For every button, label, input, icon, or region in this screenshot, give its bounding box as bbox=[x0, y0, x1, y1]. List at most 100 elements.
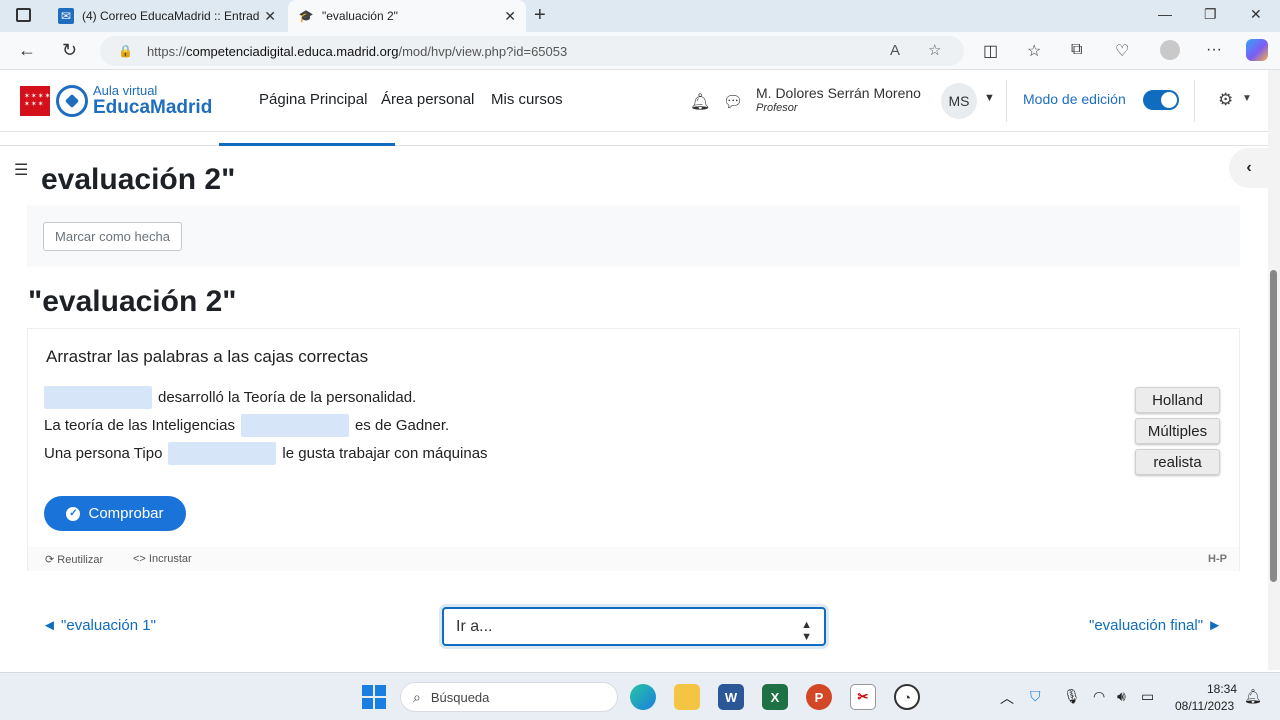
scrollbar-thumb[interactable] bbox=[1270, 270, 1277, 582]
shield-icon[interactable]: ⛉ bbox=[1030, 688, 1041, 705]
clock-date[interactable]: 08/11/2023 bbox=[1175, 699, 1234, 713]
block-drawer-toggle[interactable]: ‹ bbox=[1229, 148, 1269, 188]
chat-bubble-icon[interactable]: 💬︎ bbox=[723, 92, 743, 112]
browser-tab-mail[interactable]: ✉ (4) Correo EducaMadrid :: Entrad ✕ bbox=[48, 0, 286, 32]
read-aloud-icon[interactable]: A bbox=[890, 42, 900, 59]
embed-button[interactable]: <> Incrustar bbox=[133, 553, 192, 565]
browser-essentials-icon[interactable]: ♡ bbox=[1115, 41, 1129, 61]
powerpoint-icon[interactable]: P bbox=[806, 684, 832, 710]
next-activity-label: "evaluación final" bbox=[1089, 617, 1204, 634]
previous-activity-link[interactable]: ◄ "evaluación 1" bbox=[42, 617, 156, 634]
draggable-word[interactable]: realista bbox=[1135, 449, 1220, 475]
close-window-icon[interactable]: ✕ bbox=[1250, 6, 1262, 23]
drop-zone[interactable] bbox=[44, 386, 152, 409]
h5p-logo[interactable]: H-P bbox=[1208, 553, 1227, 565]
chevron-down-icon[interactable]: ▼ bbox=[1242, 93, 1252, 104]
sentence-text-before: La teoría de las Inteligencias bbox=[44, 417, 235, 434]
jump-to-value: Ir a... bbox=[456, 617, 493, 635]
reuse-button[interactable]: ⟳ Reutilizar bbox=[45, 553, 103, 566]
madrid-flag-logo[interactable]: ✶✶✶✶ ✶✶✶ bbox=[20, 86, 50, 116]
logo-subtitle[interactable]: Aula virtual bbox=[93, 83, 157, 98]
graduation-cap-icon: 🎓 bbox=[298, 9, 314, 23]
sentence-row: La teoría de las Inteligencias es de Gad… bbox=[44, 414, 449, 437]
drop-zone[interactable] bbox=[168, 442, 277, 465]
minimize-icon[interactable]: — bbox=[1158, 6, 1172, 22]
educamadrid-logo-icon[interactable] bbox=[56, 85, 88, 117]
active-secondary-tab-indicator bbox=[219, 143, 395, 146]
drop-zone[interactable] bbox=[240, 414, 349, 437]
h5p-drag-text-activity: Arrastrar las palabras a las cajas corre… bbox=[27, 328, 1240, 571]
edge-icon[interactable] bbox=[630, 684, 656, 710]
more-menu-icon[interactable]: ··· bbox=[1206, 41, 1222, 59]
edit-mode-label: Modo de edición bbox=[1023, 91, 1126, 107]
wifi-icon[interactable]: ◠ bbox=[1093, 688, 1105, 705]
user-avatar[interactable]: MS bbox=[941, 83, 977, 119]
chevron-down-icon[interactable]: ▼ bbox=[984, 92, 995, 104]
url-scheme: https:// bbox=[146, 43, 186, 59]
split-screen-icon[interactable]: ◫ bbox=[983, 41, 998, 61]
notification-bell-icon[interactable]: 🔔︎ bbox=[1244, 688, 1262, 705]
nav-my-courses[interactable]: Mis cursos bbox=[491, 91, 563, 108]
tab-title: (4) Correo EducaMadrid :: Entrad bbox=[82, 9, 260, 23]
bell-icon[interactable]: 🔔︎ bbox=[690, 92, 710, 112]
secondary-nav-border bbox=[0, 145, 1268, 146]
mark-as-done-button[interactable]: Marcar como hecha bbox=[43, 222, 182, 251]
new-tab-button[interactable]: + bbox=[534, 4, 546, 27]
jump-to-select[interactable]: Ir a... ▲ ▼ bbox=[442, 607, 826, 646]
next-activity-link[interactable]: "evaluación final" ► bbox=[1089, 617, 1222, 634]
completion-panel: Marcar como hecha bbox=[27, 205, 1240, 267]
url-host: competenciadigital.educa.madrid.org bbox=[185, 43, 399, 59]
collections-icon[interactable]: ⧉ bbox=[1071, 41, 1082, 59]
page-title: evaluación 2" bbox=[41, 163, 236, 196]
tab-title: "evaluación 2" bbox=[322, 9, 398, 23]
browser-tab-strip: ✉ (4) Correo EducaMadrid :: Entrad ✕ 🎓 "… bbox=[0, 0, 1280, 32]
back-arrow-icon[interactable]: ← bbox=[18, 40, 36, 61]
h5p-actions-bar: ⟳ Reutilizar <> Incrustar H-P bbox=[28, 547, 1239, 571]
previous-activity-label: "evaluación 1" bbox=[61, 617, 156, 634]
microphone-icon[interactable]: 🎙︎ bbox=[1063, 688, 1081, 705]
draggable-word[interactable]: Holland bbox=[1135, 387, 1220, 413]
user-name[interactable]: M. Dolores Serrán Moreno bbox=[756, 85, 921, 101]
excel-icon[interactable]: X bbox=[762, 684, 788, 710]
edit-mode-toggle[interactable] bbox=[1143, 90, 1179, 110]
volume-icon[interactable]: 🔊︎ bbox=[1117, 688, 1126, 705]
favorites-icon[interactable]: ☆ bbox=[1027, 41, 1041, 61]
clock-time[interactable]: 18:34 bbox=[1207, 682, 1237, 696]
copilot-icon[interactable] bbox=[1246, 39, 1268, 61]
url-path: /mod/hvp/view.php?id=65053 bbox=[398, 43, 568, 59]
browser-tab-active[interactable]: 🎓 "evaluación 2" ✕ bbox=[288, 0, 526, 32]
browser-toolbar: ← ↻ 🔒 https://competenciadigital.educa.m… bbox=[0, 32, 1280, 70]
sentence-row: Una persona Tipo le gusta trabajar con m… bbox=[44, 442, 488, 465]
taskbar-search[interactable]: ⌕ Búsqueda bbox=[400, 682, 618, 712]
logo-title[interactable]: EducaMadrid bbox=[93, 97, 212, 119]
select-caret-icon: ▲ ▼ bbox=[801, 619, 812, 643]
tab-actions-icon[interactable] bbox=[16, 8, 31, 22]
address-bar[interactable]: 🔒 https://competenciadigital.educa.madri… bbox=[100, 36, 964, 66]
reload-icon[interactable]: ↻ bbox=[62, 40, 77, 61]
gear-icon[interactable]: ⚙ bbox=[1218, 90, 1233, 110]
favorite-star-icon[interactable]: ☆ bbox=[928, 41, 941, 59]
page-scrollbar[interactable] bbox=[1268, 70, 1280, 670]
word-icon[interactable]: W bbox=[718, 684, 744, 710]
close-tab-icon[interactable]: ✕ bbox=[264, 8, 276, 25]
maximize-icon[interactable]: ❐ bbox=[1204, 6, 1217, 23]
draggable-word[interactable]: Múltiples bbox=[1135, 418, 1220, 444]
snipping-tool-icon[interactable]: ✂ bbox=[850, 684, 876, 710]
windows-start-icon[interactable] bbox=[362, 685, 386, 709]
check-circle-icon: ✓ bbox=[66, 506, 81, 521]
mail-icon: ✉ bbox=[58, 8, 74, 24]
show-hidden-icons-chevron-icon[interactable]: ︿ bbox=[1000, 688, 1014, 708]
windows-taskbar: ⌕ Búsqueda W X P ✂ ◔ ︿ ⛉ 🎙︎ ◠ 🔊︎ ▭ 18:34… bbox=[0, 672, 1280, 720]
check-answers-button[interactable]: ✓ Comprobar bbox=[44, 496, 186, 531]
course-index-list-icon[interactable]: ☰ bbox=[14, 160, 28, 180]
check-button-label: Comprobar bbox=[88, 505, 164, 522]
file-explorer-icon[interactable] bbox=[674, 684, 700, 710]
battery-icon[interactable]: ▭ bbox=[1141, 688, 1154, 705]
obs-icon[interactable]: ◔ bbox=[894, 684, 920, 710]
profile-avatar-icon[interactable] bbox=[1160, 40, 1180, 60]
nav-home[interactable]: Página Principal bbox=[259, 91, 367, 108]
close-tab-icon[interactable]: ✕ bbox=[504, 8, 516, 25]
reuse-icon: ⟳ bbox=[45, 554, 55, 566]
sentence-row: desarrolló la Teoría de la personalidad. bbox=[44, 386, 416, 409]
nav-dashboard[interactable]: Área personal bbox=[381, 91, 474, 108]
